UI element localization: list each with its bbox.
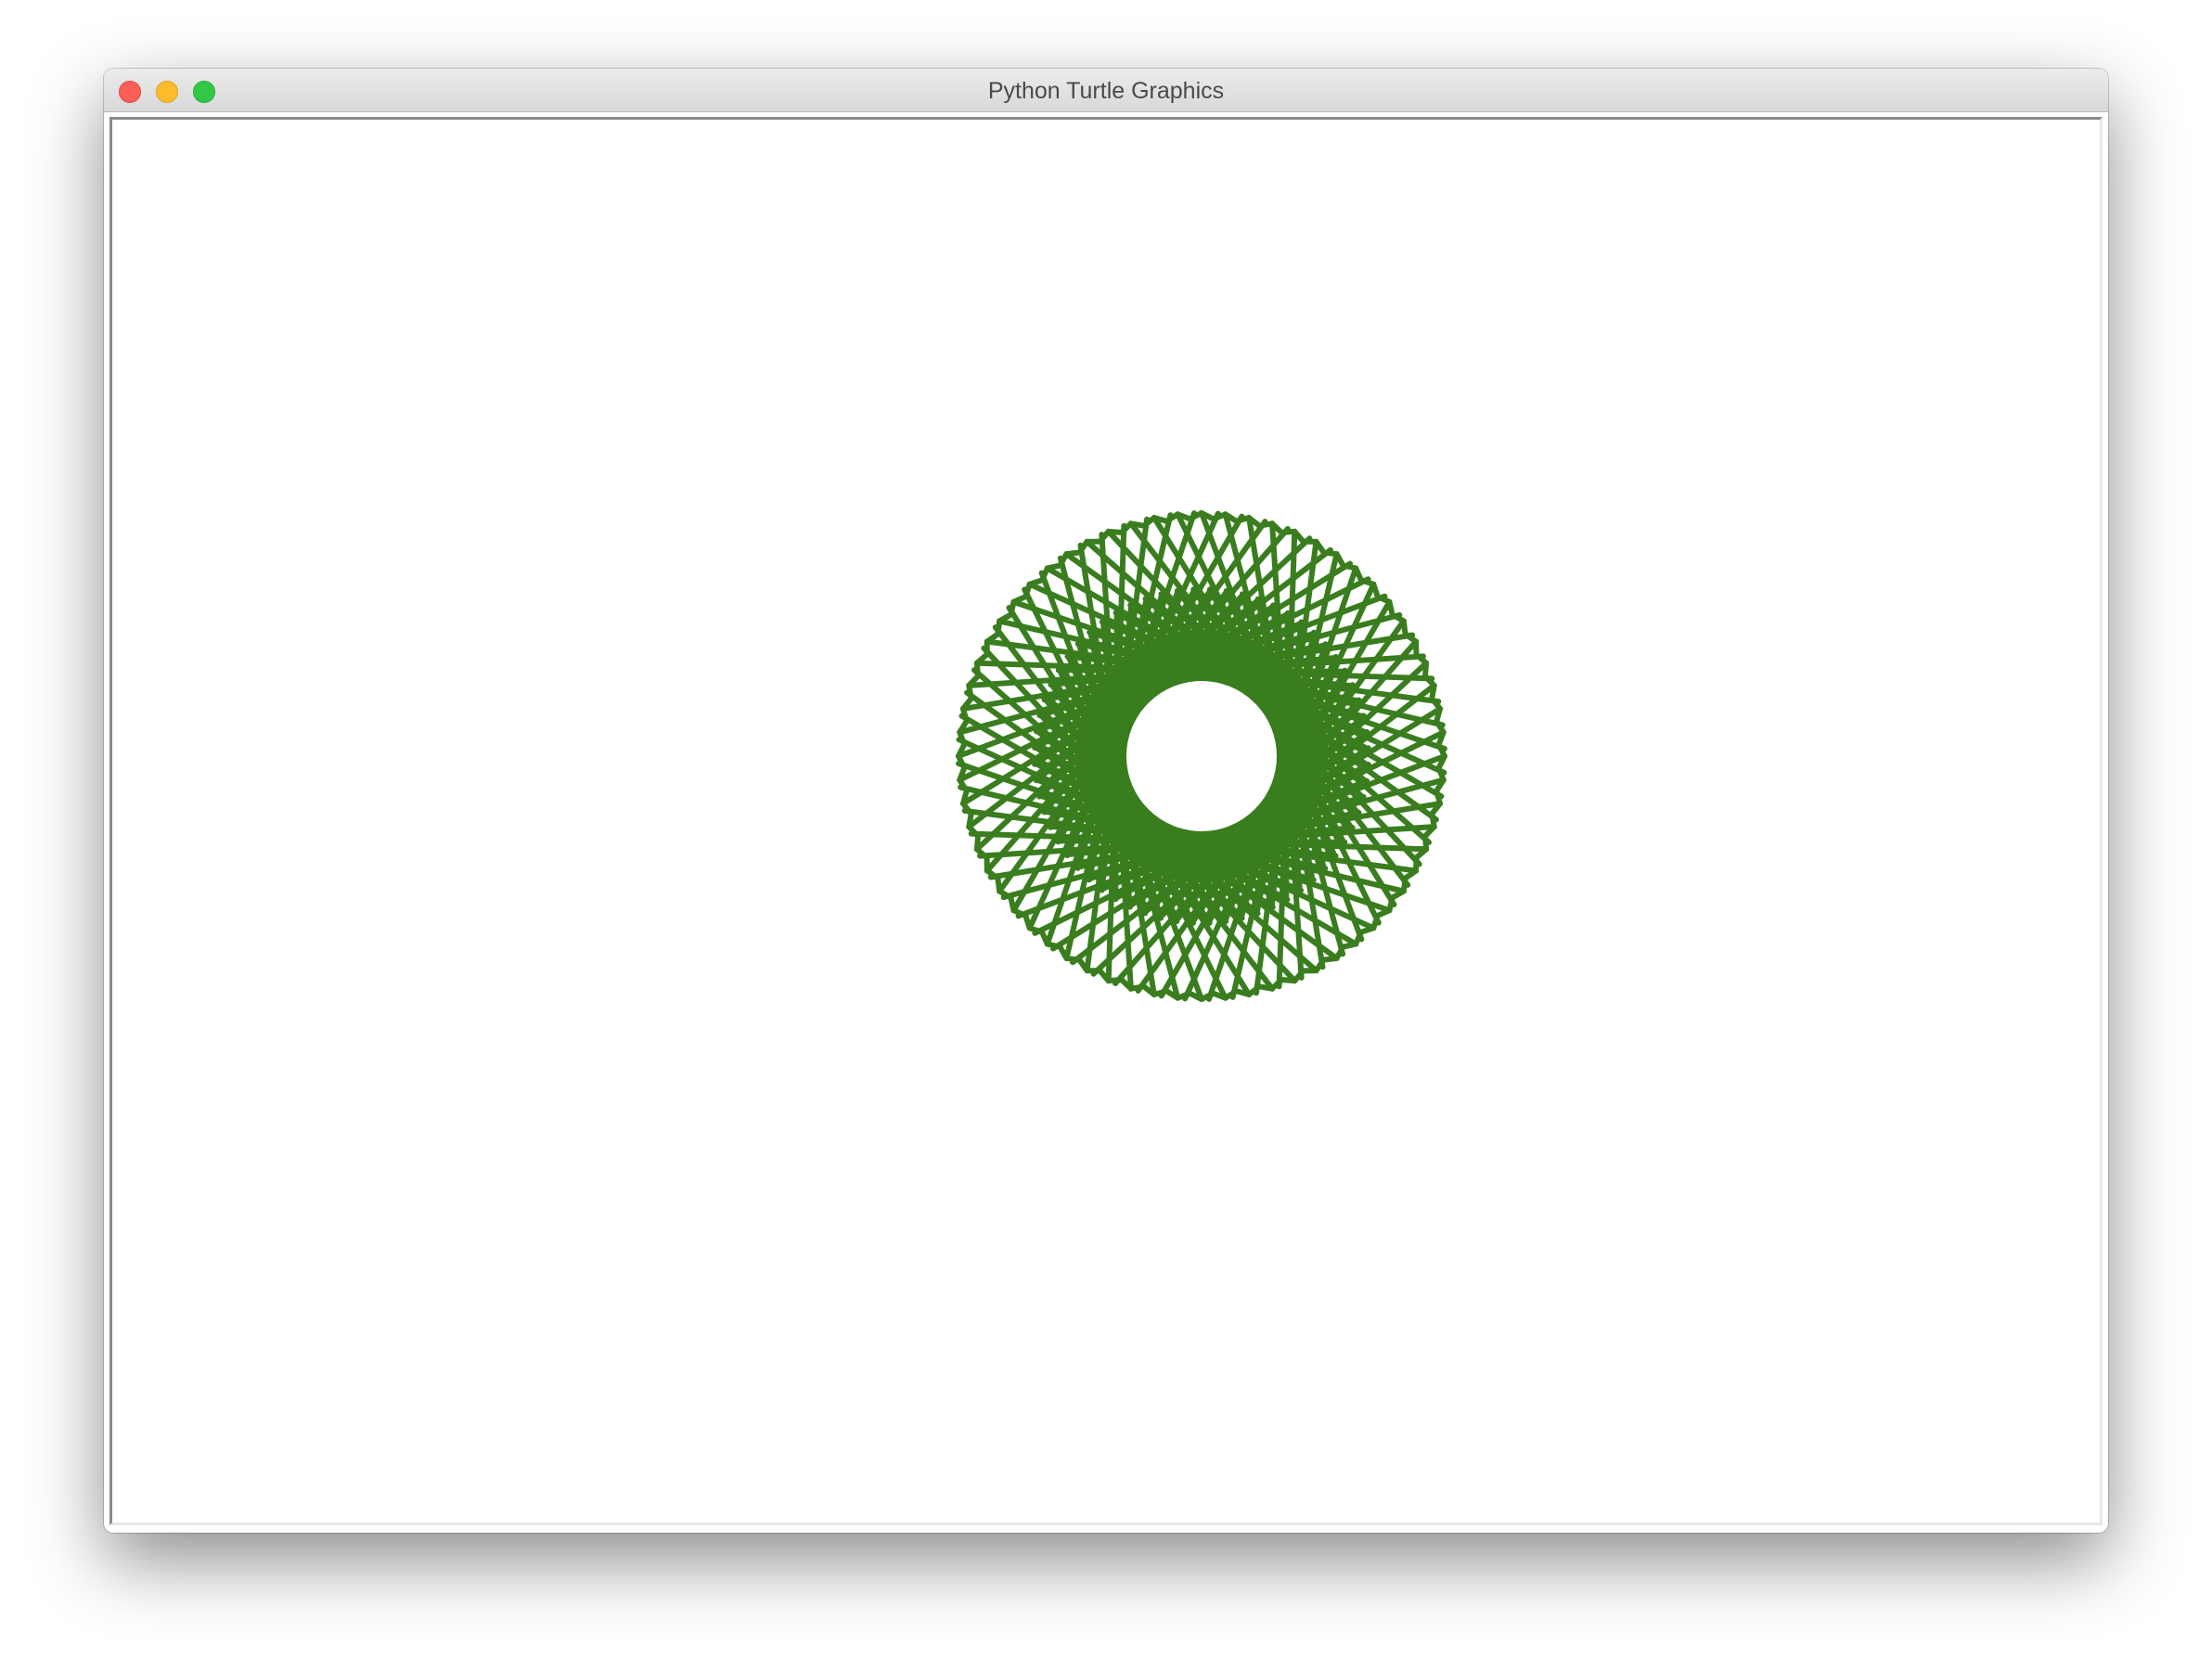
- turtle-canvas-frame: [109, 117, 2103, 1525]
- spirograph-inner-ring: [1106, 661, 1297, 852]
- spirograph-drawing: [955, 509, 1447, 1003]
- window-title: Python Turtle Graphics: [987, 78, 1225, 104]
- title-bar[interactable]: Python Turtle Graphics: [104, 69, 2108, 112]
- turtle-canvas[interactable]: [112, 120, 2100, 1522]
- turtle-window: Python Turtle Graphics: [104, 69, 2108, 1533]
